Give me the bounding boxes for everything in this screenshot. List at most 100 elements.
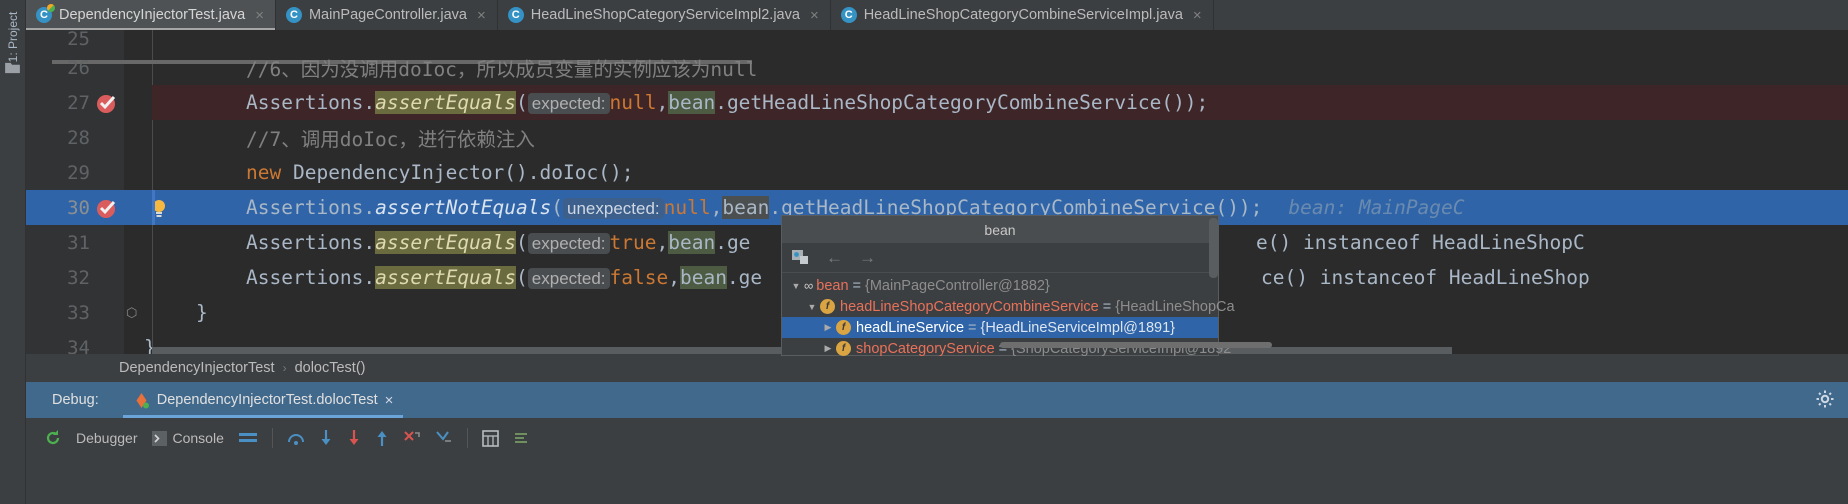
tree-node-bean[interactable]: ▼ ∞ bean = {MainPageController@1882}	[782, 275, 1218, 296]
run-config-icon	[136, 392, 149, 408]
line-number: 32	[67, 266, 90, 289]
field-icon: f	[820, 299, 835, 314]
code-line: 29 new DependencyInjector().doIoc();	[26, 155, 1848, 190]
variable-name: shopCategoryService	[856, 340, 995, 357]
breadcrumb-method[interactable]: dolocTest()	[295, 360, 366, 376]
layout-icon[interactable]	[238, 430, 258, 446]
java-class-icon: C	[285, 7, 302, 23]
editor-tab-bar: C DependencyInjectorTest.java × C MainPa…	[26, 0, 1848, 30]
equals-sign: =	[1102, 298, 1112, 315]
tab-debugger[interactable]: Debugger	[76, 430, 138, 446]
equals-sign: =	[968, 319, 977, 336]
gear-icon[interactable]	[1816, 390, 1834, 408]
mute-breakpoints-icon[interactable]	[513, 430, 531, 446]
tab-label: DependencyInjectorTest.java	[59, 7, 246, 23]
breadcrumb-separator: ›	[282, 361, 287, 375]
expand-twisty-icon[interactable]: ▼	[788, 281, 804, 291]
sidebar-item-project[interactable]: 1: Project	[6, 11, 20, 63]
field-icon: f	[836, 341, 851, 356]
line-number: 27	[67, 91, 90, 114]
left-tool-strip: 1: Project	[0, 0, 26, 504]
tree-node-headlineservice[interactable]: ▶ f headLineService = {HeadLineServiceIm…	[782, 317, 1218, 338]
caret-marker	[152, 190, 155, 225]
line-number: 29	[67, 161, 90, 184]
variable-value: {HeadLineServiceImpl@1891}	[980, 319, 1175, 336]
toolbar-divider	[466, 428, 468, 448]
variable-value: {MainPageController@1882}	[865, 277, 1050, 294]
code-text-tail: e() instanceof HeadLineShopC	[1256, 231, 1585, 254]
step-into-icon[interactable]	[319, 429, 333, 447]
idea-window: 1: Project C DependencyInjectorTest.java…	[0, 0, 1848, 504]
popup-toolbar: ← →	[782, 243, 1218, 273]
inline-debug-hint: bean: MainPageC	[1288, 196, 1465, 219]
expand-twisty-icon[interactable]: ▼	[804, 302, 820, 312]
popup-vertical-scrollbar[interactable]	[1209, 218, 1218, 278]
code-text: //7、调用doIoc，进行依赖注入	[246, 128, 535, 151]
close-icon[interactable]: ×	[385, 392, 394, 409]
step-out-icon[interactable]	[375, 429, 389, 447]
tree-node-headlineshopcategorycombineservice[interactable]: ▼ f headLineShopCategoryCombineService =…	[782, 296, 1235, 317]
run-to-cursor-icon[interactable]	[435, 429, 453, 447]
close-icon[interactable]: ×	[255, 7, 264, 24]
popup-horizontal-scrollbar[interactable]	[1000, 342, 1272, 348]
code-text: //6、因为没调用doIoc，所以成员变量的实例应该为null	[246, 58, 758, 81]
code-text: Assertions.assertEquals(expected: null,be…	[246, 91, 1209, 114]
breakpoint-verified-icon[interactable]	[96, 197, 118, 219]
debugger-value-popup[interactable]: bean ← → ▼ ∞ bean = {MainPageController@…	[781, 215, 1235, 357]
debug-session-tab[interactable]: DependencyInjectorTest.dolocTest ×	[122, 382, 404, 418]
console-icon	[151, 430, 167, 446]
toolbar-divider	[271, 428, 273, 448]
tab-label: HeadLineShopCategoryCombineServiceImpl.j…	[863, 7, 1183, 23]
line-number: 34	[67, 336, 90, 355]
editor-tab-headlineshopcategorycombineserviceimpl[interactable]: C HeadLineShopCategoryCombineServiceImpl…	[831, 0, 1214, 30]
equals-sign: =	[852, 277, 862, 294]
close-icon[interactable]: ×	[1193, 7, 1202, 24]
close-icon[interactable]: ×	[810, 7, 819, 24]
line-number: 31	[67, 231, 90, 254]
line-number: 25	[67, 30, 90, 50]
editor-tab-headlineshopcategoryserviceimpl2[interactable]: C HeadLineShopCategoryServiceImpl2.java …	[498, 0, 831, 30]
tab-label: MainPageController.java	[308, 7, 467, 23]
tab-label: HeadLineShopCategoryServiceImpl2.java	[530, 7, 800, 23]
line-number: 28	[67, 126, 90, 149]
evaluate-icon[interactable]	[482, 429, 499, 447]
close-icon[interactable]: ×	[477, 7, 486, 24]
variable-value: {HeadLineShopCa	[1115, 298, 1235, 315]
console-label: Console	[172, 430, 224, 446]
drop-frame-icon[interactable]	[403, 429, 421, 447]
debug-label: Debug:	[52, 392, 99, 408]
force-step-into-icon[interactable]	[347, 429, 361, 447]
code-fold-marker[interactable]: ⬡	[126, 305, 137, 321]
tab-console[interactable]: Console	[151, 430, 224, 446]
java-class-icon: C	[840, 7, 857, 23]
code-line: 27 Assertions.assertEquals(expected: null…	[26, 85, 1848, 120]
code-text-tail: ce() instanceof HeadLineShop	[1261, 266, 1590, 289]
breakpoint-verified-icon[interactable]	[96, 92, 118, 114]
forward-arrow-icon[interactable]: →	[859, 248, 876, 268]
step-over-icon[interactable]	[287, 429, 305, 447]
session-name: DependencyInjectorTest.dolocTest	[156, 392, 378, 408]
editor-tab-dependencyinjectortest[interactable]: C DependencyInjectorTest.java ×	[26, 0, 276, 30]
variable-name: bean	[816, 277, 849, 294]
collapse-twisty-icon[interactable]: ▶	[820, 322, 836, 333]
editor-tab-mainpagecontroller[interactable]: C MainPageController.java ×	[276, 0, 498, 30]
popup-title: bean	[782, 216, 1218, 243]
object-icon: ∞	[804, 278, 813, 293]
debug-window-header: Debug: DependencyInjectorTest.dolocTest …	[26, 382, 1848, 418]
variable-name: headLineService	[856, 319, 965, 336]
breadcrumb-class[interactable]: DependencyInjectorTest	[119, 360, 275, 376]
line-number: 26	[67, 56, 90, 79]
java-test-class-icon: C	[36, 4, 55, 23]
folder-icon[interactable]	[5, 62, 20, 74]
rerun-icon[interactable]	[44, 429, 62, 447]
code-line: 26 //6、因为没调用doIoc，所以成员变量的实例应该为null	[26, 50, 1848, 85]
java-class-icon: C	[507, 7, 524, 23]
collapse-twisty-icon[interactable]: ▶	[820, 343, 836, 354]
code-text: new DependencyInjector().doIoc();	[246, 161, 634, 184]
back-arrow-icon[interactable]: ←	[826, 248, 843, 268]
variable-name: headLineShopCategoryCombineService	[840, 298, 1099, 315]
evaluate-expression-icon[interactable]	[792, 249, 810, 266]
field-icon: f	[836, 320, 851, 335]
debug-tool-window: Debug: DependencyInjectorTest.dolocTest …	[26, 382, 1848, 504]
code-line: 28 //7、调用doIoc，进行依赖注入	[26, 120, 1848, 155]
